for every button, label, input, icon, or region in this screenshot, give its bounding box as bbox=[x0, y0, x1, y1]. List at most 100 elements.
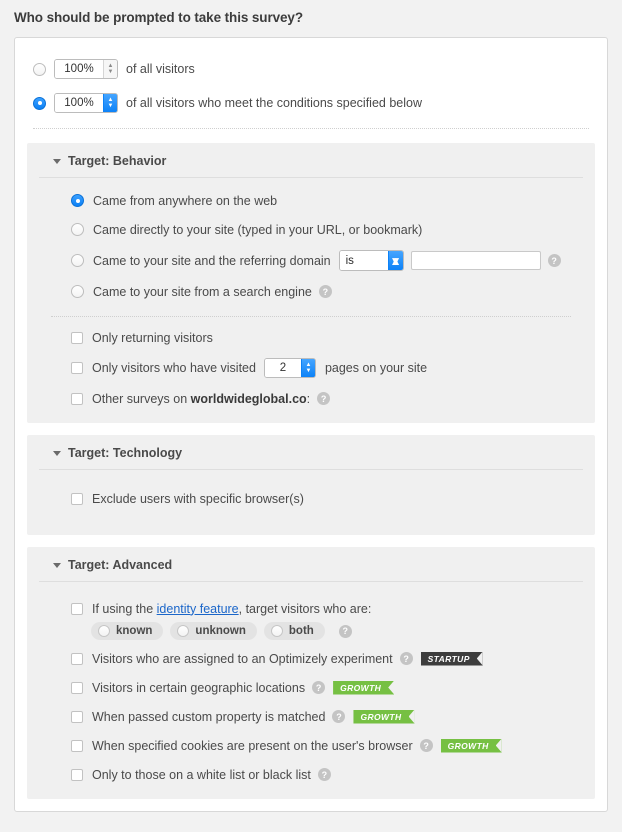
sampling-value-conditions[interactable]: 100% bbox=[55, 94, 103, 112]
sampling-label-all-visitors: of all visitors bbox=[126, 62, 195, 76]
help-icon[interactable]: ? bbox=[399, 652, 413, 665]
behavior-label-pages-before: Only visitors who have visited bbox=[92, 361, 256, 375]
help-icon[interactable]: ? bbox=[332, 710, 346, 723]
radio-search-engine[interactable] bbox=[71, 285, 84, 298]
section-behavior: Target: Behavior Came from anywhere on t… bbox=[27, 143, 595, 423]
identity-feature-link[interactable]: identity feature bbox=[157, 602, 239, 616]
sampling-divider bbox=[33, 128, 589, 129]
radio-unknown[interactable] bbox=[177, 625, 190, 637]
checkbox-other-surveys[interactable] bbox=[71, 392, 83, 405]
section-body-behavior: Came from anywhere on the web Came direc… bbox=[27, 178, 595, 413]
behavior-radio-search-engine[interactable]: Came to your site from a search engine ? bbox=[27, 277, 595, 306]
behavior-check-pages-visited[interactable]: Only visitors who have visited 2 ▲ ▼ page… bbox=[27, 352, 595, 384]
sampling-value-all-visitors[interactable]: 100% bbox=[55, 60, 103, 78]
radio-all-visitors[interactable] bbox=[33, 62, 46, 76]
page-title: Who should be prompted to take this surv… bbox=[14, 10, 303, 25]
referring-domain-operator-select[interactable]: is ▲ ▼ bbox=[338, 250, 404, 271]
badge-growth: GROWTH bbox=[333, 680, 395, 695]
caret-down-icon[interactable] bbox=[53, 158, 61, 164]
behavior-label-search-engine: Came to your site from a search engine bbox=[93, 284, 312, 299]
sampling-stepper-all-visitors[interactable]: 100% ▲ ▼ bbox=[54, 59, 118, 79]
caret-down-icon[interactable] bbox=[53, 562, 61, 568]
pages-visited-stepper[interactable]: 2 ▲ ▼ bbox=[263, 358, 316, 378]
section-advanced: Target: Advanced If using the identity f… bbox=[27, 547, 595, 799]
pill-label-unknown: unknown bbox=[195, 625, 246, 637]
checkbox-custom-property[interactable] bbox=[71, 710, 83, 723]
pages-visited-value[interactable]: 2 bbox=[264, 359, 301, 377]
referring-domain-input[interactable] bbox=[410, 251, 541, 270]
help-icon[interactable]: ? bbox=[312, 681, 326, 694]
other-surveys-text-before: Other surveys on bbox=[92, 391, 188, 406]
help-icon[interactable]: ? bbox=[317, 768, 331, 781]
behavior-label-pages-after: pages on your site bbox=[324, 361, 428, 375]
checkbox-specified-cookies[interactable] bbox=[71, 739, 83, 752]
pill-known[interactable]: known bbox=[91, 622, 164, 640]
pill-label-both: both bbox=[288, 625, 314, 637]
behavior-check-returning[interactable]: Only returning visitors bbox=[27, 323, 595, 352]
checkbox-only-returning-visitors[interactable] bbox=[71, 331, 83, 344]
section-title-behavior: Target: Behavior bbox=[68, 154, 167, 168]
section-header-technology[interactable]: Target: Technology bbox=[39, 435, 583, 470]
advanced-check-white-black-list[interactable]: Only to those on a white list or black l… bbox=[27, 760, 595, 789]
advanced-check-geographic[interactable]: Visitors in certain geographic locations… bbox=[27, 673, 595, 702]
select-arrows-icon[interactable]: ▲ ▼ bbox=[387, 251, 403, 270]
radio-referring-domain[interactable] bbox=[71, 254, 84, 267]
stepper-arrows-icon[interactable]: ▲ ▼ bbox=[300, 359, 315, 377]
behavior-radio-anywhere[interactable]: Came from anywhere on the web bbox=[27, 186, 595, 215]
behavior-label-other-surveys: Other surveys on worldwideglobal.co: bbox=[92, 392, 310, 406]
badge-growth: GROWTH bbox=[353, 709, 415, 724]
section-header-behavior[interactable]: Target: Behavior bbox=[39, 143, 583, 178]
sampling-stepper-conditions[interactable]: 100% ▲ ▼ bbox=[54, 93, 118, 113]
help-icon[interactable]: ? bbox=[318, 285, 332, 298]
checkbox-exclude-browsers[interactable] bbox=[71, 492, 83, 505]
advanced-label-identity: If using the identity feature, target vi… bbox=[92, 602, 371, 616]
targeting-sections: Target: Behavior Came from anywhere on t… bbox=[15, 137, 607, 811]
advanced-check-optimizely[interactable]: Visitors who are assigned to an Optimize… bbox=[27, 644, 595, 673]
advanced-check-cookies[interactable]: When specified cookies are present on th… bbox=[27, 731, 595, 760]
behavior-label-direct: Came directly to your site (typed in you… bbox=[93, 222, 423, 237]
behavior-label-returning: Only returning visitors bbox=[92, 330, 213, 345]
referring-domain-operator-value[interactable]: is bbox=[339, 251, 388, 270]
radio-conditions[interactable] bbox=[33, 96, 46, 110]
advanced-check-identity[interactable]: If using the identity feature, target vi… bbox=[27, 594, 595, 619]
checkbox-identity-feature[interactable] bbox=[71, 602, 83, 615]
identity-text-before: If using the bbox=[92, 601, 154, 616]
radio-came-directly[interactable] bbox=[71, 223, 84, 236]
help-icon[interactable]: ? bbox=[547, 254, 561, 267]
caret-down-icon[interactable] bbox=[53, 450, 61, 456]
checkbox-pages-visited[interactable] bbox=[71, 362, 83, 374]
behavior-check-other-surveys[interactable]: Other surveys on worldwideglobal.co: ? bbox=[27, 384, 595, 413]
sampling-label-conditions: of all visitors who meet the conditions … bbox=[126, 96, 422, 110]
radio-came-from-anywhere[interactable] bbox=[71, 194, 84, 207]
help-icon[interactable]: ? bbox=[317, 392, 331, 405]
pill-both[interactable]: both bbox=[263, 622, 325, 640]
pill-label-known: known bbox=[116, 625, 153, 637]
sampling-option-conditions[interactable]: 100% ▲ ▼ of all visitors who meet the con… bbox=[15, 86, 607, 120]
technology-check-exclude-browsers[interactable]: Exclude users with specific browser(s) bbox=[27, 484, 595, 513]
stepper-arrows-icon[interactable]: ▲ ▼ bbox=[103, 94, 117, 112]
section-technology: Target: Technology Exclude users with sp… bbox=[27, 435, 595, 535]
behavior-label-anywhere: Came from anywhere on the web bbox=[93, 193, 278, 208]
stepper-arrows-icon[interactable]: ▲ ▼ bbox=[103, 60, 117, 78]
sampling-group: 100% ▲ ▼ of all visitors 100% ▲ ▼ of all v… bbox=[15, 38, 607, 137]
advanced-label-optimizely: Visitors who are assigned to an Optimize… bbox=[92, 651, 393, 666]
radio-known[interactable] bbox=[98, 625, 110, 637]
checkbox-white-black-list[interactable] bbox=[71, 768, 83, 781]
radio-both[interactable] bbox=[270, 625, 283, 637]
other-surveys-site: worldwideglobal.co bbox=[190, 391, 307, 406]
section-title-advanced: Target: Advanced bbox=[68, 558, 173, 572]
checkbox-geographic-locations[interactable] bbox=[71, 681, 83, 694]
targeting-card: 100% ▲ ▼ of all visitors 100% ▲ ▼ of all v… bbox=[14, 37, 608, 812]
help-icon[interactable]: ? bbox=[419, 739, 433, 752]
advanced-check-custom-property[interactable]: When passed custom property is matched ?… bbox=[27, 702, 595, 731]
behavior-radio-referring-domain[interactable]: Came to your site and the referring doma… bbox=[27, 244, 595, 277]
advanced-label-geographic: Visitors in certain geographic locations bbox=[92, 680, 306, 695]
pill-unknown[interactable]: unknown bbox=[170, 622, 257, 640]
help-icon[interactable]: ? bbox=[338, 624, 352, 638]
checkbox-optimizely-experiment[interactable] bbox=[71, 652, 83, 665]
behavior-radio-direct[interactable]: Came directly to your site (typed in you… bbox=[27, 215, 595, 244]
sampling-option-all-visitors[interactable]: 100% ▲ ▼ of all visitors bbox=[15, 52, 607, 86]
section-body-technology: Exclude users with specific browser(s) bbox=[27, 470, 595, 525]
section-header-advanced[interactable]: Target: Advanced bbox=[39, 547, 583, 582]
advanced-label-custom-property: When passed custom property is matched bbox=[92, 709, 326, 724]
